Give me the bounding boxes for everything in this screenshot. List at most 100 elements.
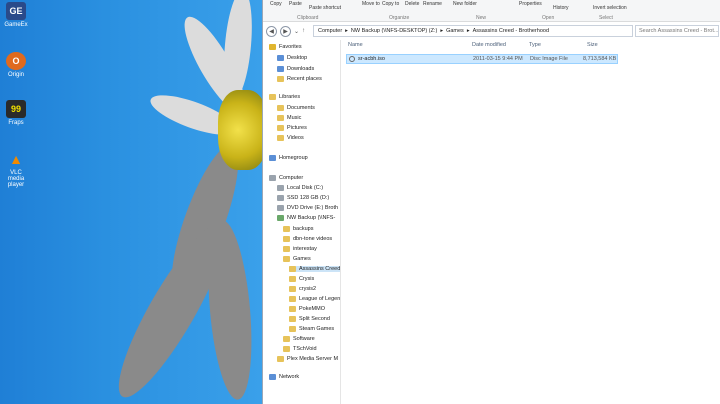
paste-shortcut-button[interactable]: Paste shortcut	[309, 5, 341, 11]
breadcrumb-nw-backup[interactable]: NW Backup (\\NFS-DESKTOP) (Z:)	[351, 28, 437, 34]
breadcrumb-games[interactable]: Games	[446, 28, 464, 34]
column-header-size[interactable]: Size	[587, 42, 598, 48]
nav-item[interactable]: DVD Drive (E:) Broth	[277, 205, 338, 211]
drive-icon	[277, 185, 284, 191]
desktop-icon-origin[interactable]: O Origin	[2, 52, 30, 78]
table-row[interactable]: sr-acbh.iso 2011-03-15 9:44 PM Disc Imag…	[346, 54, 618, 64]
column-header-name[interactable]: Name	[348, 42, 363, 48]
up-arrow-icon[interactable]: ↑	[302, 28, 305, 34]
nav-item-label: Software	[293, 336, 315, 342]
history-button[interactable]: History	[553, 5, 569, 11]
nav-item[interactable]: Steam Games	[289, 326, 334, 332]
desktop-icon-vlc[interactable]: ▲ VLC media player	[2, 150, 30, 188]
ribbon-group-clipboard: Clipboard	[297, 15, 319, 21]
origin-icon: O	[6, 52, 26, 70]
nav-item[interactable]: SSD 128 GB (D:)	[277, 195, 329, 201]
nav-item[interactable]: interestay	[283, 246, 317, 252]
breadcrumb-separator-icon: ▸	[440, 28, 444, 34]
desktop-icon-fraps[interactable]: 99 Fraps	[2, 100, 30, 126]
folder-icon	[277, 76, 284, 82]
delete-button[interactable]: Delete	[405, 1, 419, 7]
breadcrumb-assassins-creed[interactable]: Assassins Creed - Brotherhood	[473, 28, 549, 34]
drive-icon	[269, 175, 276, 181]
nav-item-label: interestay	[293, 246, 317, 252]
ribbon: Copy Paste Paste shortcut Move to Copy t…	[263, 0, 720, 22]
forward-arrow-icon[interactable]: ▶	[280, 25, 291, 37]
folder-icon	[283, 246, 290, 252]
star-icon	[269, 44, 276, 50]
flower-center	[218, 90, 262, 170]
nav-item-label: NW Backup (\\NFS-	[287, 215, 336, 221]
ribbon-group-new: New	[476, 15, 487, 21]
nav-item[interactable]: Downloads	[277, 66, 314, 72]
folder-icon	[289, 296, 296, 302]
petal	[220, 0, 256, 101]
vlc-icon: ▲	[9, 151, 23, 167]
folder-icon	[283, 336, 290, 342]
column-header-date-modified[interactable]: Date modified	[472, 42, 506, 48]
invert-selection-button[interactable]: Invert selection	[593, 5, 627, 11]
file-size: 8,713,584 KB	[583, 56, 617, 62]
nav-item[interactable]: Local Disk (C:)	[277, 185, 323, 191]
nav-item[interactable]: Plex Media Server M	[277, 356, 338, 362]
folder-icon	[277, 105, 284, 111]
back-arrow-icon[interactable]: ◀	[266, 25, 277, 37]
nav-item[interactable]: Music	[277, 115, 301, 121]
nav-item[interactable]: Documents	[277, 105, 315, 111]
nav-item-label: Desktop	[287, 55, 308, 61]
nav-item[interactable]: Crysis	[289, 276, 314, 282]
rename-button[interactable]: Rename	[423, 1, 442, 7]
nav-item-label: Local Disk (C:)	[287, 185, 324, 191]
nav-item-label: Downloads	[287, 66, 315, 72]
nav-item[interactable]: Games	[283, 256, 311, 262]
nav-item[interactable]: crysis2	[289, 286, 316, 292]
nav-item[interactable]: Desktop	[277, 55, 307, 61]
ribbon-group-organize: Organize	[389, 15, 410, 21]
nav-item[interactable]: Favorites	[269, 44, 302, 50]
folder-icon	[269, 94, 276, 100]
file-type: Disc Image File	[530, 56, 568, 62]
new-folder-button[interactable]: New folder	[453, 1, 477, 7]
nav-item[interactable]: Split Second	[289, 316, 330, 322]
file-list: Name Date modified Type Size sr-acbh.iso…	[343, 40, 720, 404]
nav-item[interactable]: League of Legen	[289, 296, 340, 302]
move-to-button[interactable]: Move to	[362, 1, 380, 7]
nav-item[interactable]: Libraries	[269, 94, 300, 100]
nav-item[interactable]: NW Backup (\\NFS-	[277, 215, 335, 221]
copy-to-button[interactable]: Copy to	[382, 1, 399, 7]
nav-item[interactable]: Assassins Creed	[289, 266, 340, 272]
nav-item[interactable]: TSchVoid	[283, 346, 317, 352]
desktop-icon-gameex[interactable]: GE GameEx	[2, 2, 30, 28]
nav-item[interactable]: Recent places	[277, 76, 322, 82]
folder-icon	[289, 326, 296, 332]
nav-item[interactable]: Computer	[269, 175, 303, 181]
nav-item[interactable]: Software	[283, 336, 315, 342]
search-input[interactable]: Search Assassins Creed - Brot...	[635, 25, 719, 37]
nav-item-label: Pictures	[287, 125, 307, 131]
paste-button[interactable]: Paste	[289, 1, 302, 7]
copy-button[interactable]: Copy	[270, 1, 282, 7]
column-header-type[interactable]: Type	[529, 42, 541, 48]
nav-item-label: Crysis	[299, 276, 315, 282]
gameex-icon: GE	[6, 2, 26, 20]
breadcrumb-computer[interactable]: Computer	[318, 28, 342, 34]
nav-item[interactable]: PokeMMO	[289, 306, 325, 312]
chevron-down-icon[interactable]: ⌄	[294, 28, 299, 35]
folder-icon	[277, 115, 284, 121]
nav-item-label: Steam Games	[299, 326, 335, 332]
nav-item[interactable]: backups	[283, 226, 314, 232]
nav-item[interactable]: Network	[269, 374, 299, 380]
folder-icon	[289, 306, 296, 312]
breadcrumb-separator-icon: ▸	[466, 28, 470, 34]
nav-item[interactable]: Homegroup	[269, 155, 308, 161]
nav-item-label: League of Legen	[299, 296, 341, 302]
breadcrumb[interactable]: Computer ▸ NW Backup (\\NFS-DESKTOP) (Z:…	[313, 25, 633, 37]
nav-item[interactable]: Videos	[277, 135, 304, 141]
folder-icon	[277, 356, 284, 362]
properties-button[interactable]: Properties	[519, 1, 542, 7]
nav-item-label: Videos	[287, 135, 304, 141]
nav-item[interactable]: dbn-tone videos	[283, 236, 332, 242]
library-icon	[277, 55, 284, 61]
nav-item[interactable]: Pictures	[277, 125, 307, 131]
desktop: GE GameEx O Origin 99 Fraps ▲ VLC media …	[0, 0, 262, 404]
